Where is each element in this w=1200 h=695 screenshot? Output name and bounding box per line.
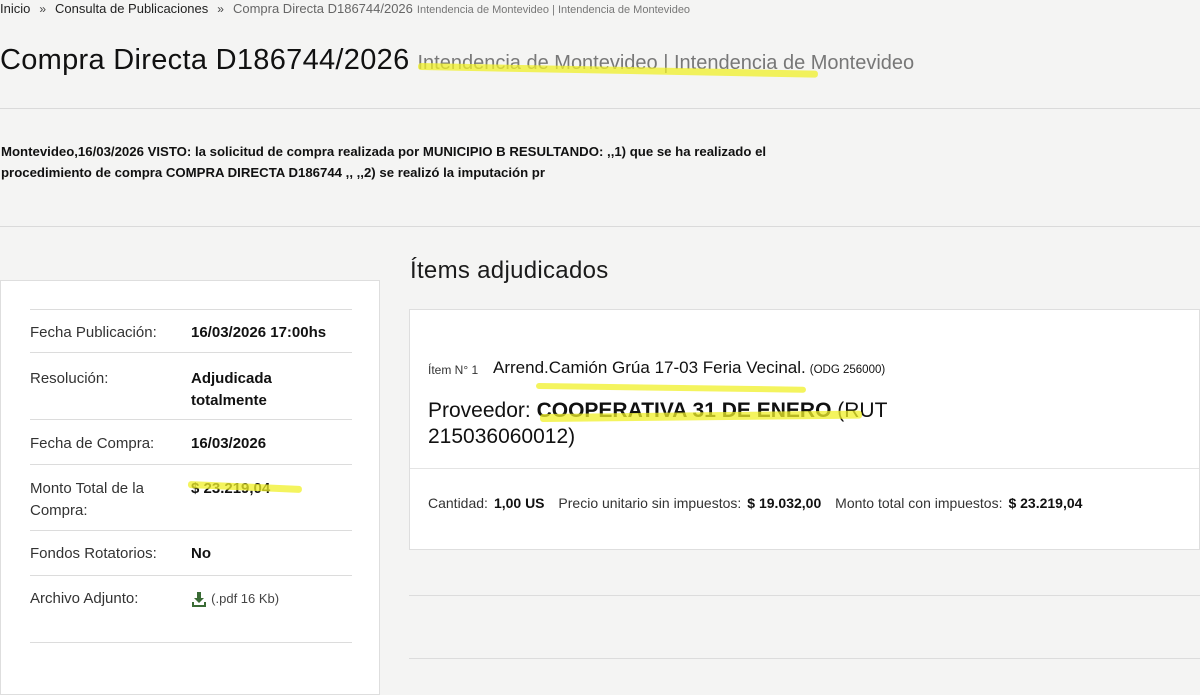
detail-row-archivo-adjunto: Archivo Adjunto: (.pdf 16 Kb)	[30, 575, 352, 643]
detail-label: Monto Total de la Compra:	[30, 480, 144, 519]
detail-value: No	[191, 545, 211, 562]
detail-row-monto-total: Monto Total de la Compra: $ 23.219,04	[30, 464, 352, 531]
section-divider	[409, 595, 1200, 596]
download-icon	[192, 592, 206, 608]
section-divider	[0, 226, 1200, 227]
resolution-description: Montevideo,16/03/2026 VISTO: la solicitu…	[1, 141, 801, 183]
section-divider	[409, 658, 1200, 659]
breadcrumb-separator: »	[39, 2, 47, 16]
cantidad-value: 1,00 US	[493, 495, 545, 511]
breadcrumb-separator: »	[217, 2, 224, 16]
detail-value: 16/03/2026	[191, 435, 267, 452]
breadcrumb-publicaciones-link[interactable]: Consulta de Publicaciones	[55, 1, 208, 16]
detail-label: Resolución:	[30, 370, 109, 387]
item-amounts-row: Cantidad: 1,00 US Precio unitario sin imp…	[428, 495, 1092, 511]
cantidad-label: Cantidad:	[428, 495, 488, 511]
breadcrumb-home-link[interactable]: Inicio	[0, 1, 30, 16]
detail-value: 16/03/2026 17:00hs	[191, 324, 327, 341]
attachment-size: (.pdf 16 Kb)	[211, 591, 280, 606]
item-divider	[410, 468, 1199, 469]
attachment-download-link[interactable]: (.pdf 16 Kb)	[191, 588, 341, 610]
precio-value: $ 19.032,00	[747, 495, 822, 511]
detail-row-fecha-publicacion: Fecha Publicación: 16/03/2026 17:00hs	[30, 309, 352, 354]
item-number: Ítem N° 1	[428, 363, 479, 377]
detail-row-fecha-compra: Fecha de Compra: 16/03/2026	[30, 419, 352, 465]
precio-label: Precio unitario sin impuestos:	[558, 495, 742, 511]
supplier-info: Proveedor: COOPERATIVA 31 DE ENERO (RUT …	[428, 398, 1028, 450]
header-divider	[0, 108, 1200, 109]
item-description: Arrend.Camión Grúa 17-03 Feria Vecinal.(…	[493, 358, 885, 378]
breadcrumb-current: Compra Directa D186744/2026	[232, 1, 413, 16]
detail-label: Fecha de Compra:	[30, 435, 155, 452]
items-heading: Ítems adjudicados	[410, 257, 609, 284]
page-title: Compra Directa D186744/2026	[0, 44, 410, 76]
item-description-text: Arrend.Camión Grúa 17-03 Feria Vecinal.	[493, 358, 806, 377]
awarded-item-card: Ítem N° 1 Arrend.Camión Grúa 17-03 Feria…	[409, 309, 1200, 550]
detail-label: Archivo Adjunto:	[30, 590, 139, 607]
description-line: Montevideo,16/03/2026 VISTO: la solicitu…	[1, 144, 767, 159]
detail-label: Fecha Publicación:	[30, 324, 157, 341]
monto-label: Monto total con impuestos:	[835, 495, 1003, 511]
detail-row-resolucion: Resolución: Adjudicada totalmente	[30, 352, 352, 419]
breadcrumb: Inicio » Consulta de Publicaciones » Com…	[0, 1, 690, 19]
supplier-label: Proveedor:	[428, 399, 531, 422]
detail-value: Adjudicada totalmente	[191, 370, 272, 409]
detail-row-fondos-rotatorios: Fondos Rotatorios: No	[30, 530, 352, 576]
description-line: procedimiento de compra COMPRA DIRECTA D…	[1, 165, 545, 180]
detail-label: Fondos Rotatorios:	[30, 545, 157, 562]
breadcrumb-current-sub: Intendencia de Montevideo | Intendencia …	[416, 4, 691, 16]
item-odg: (ODG 256000)	[809, 364, 886, 376]
monto-value: $ 23.219,04	[1008, 495, 1083, 511]
